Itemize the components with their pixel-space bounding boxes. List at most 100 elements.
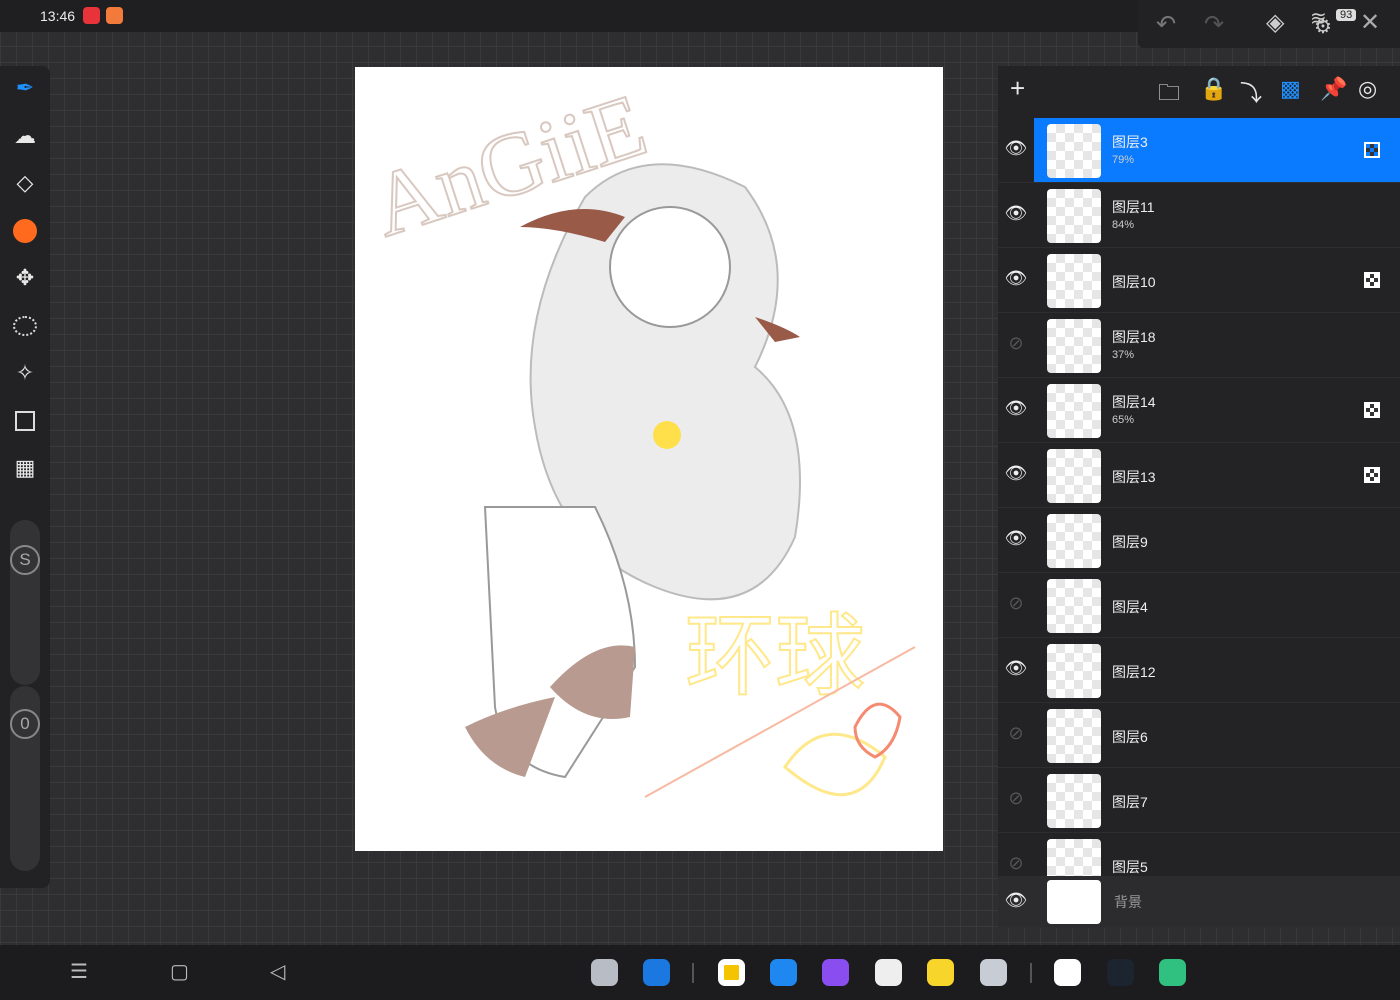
layout-tool-icon[interactable]: ▦ — [8, 451, 42, 485]
pen-tool-icon[interactable]: ✒ — [8, 71, 42, 105]
top-controls: ↶ ↷ ◈ ≋ ⚙ ✕ — [1138, 0, 1400, 48]
notification-app-icon — [106, 7, 123, 24]
menu-icon[interactable]: ☰ — [70, 959, 88, 984]
clock: 13:46 — [40, 8, 76, 24]
close-icon[interactable]: ✕ — [1360, 8, 1380, 37]
dock-gallery[interactable] — [822, 959, 849, 986]
hidden-eye-icon[interactable]: ⊘ — [1004, 723, 1028, 747]
layer-name: 背景 — [1114, 894, 1142, 910]
dock-k-app[interactable] — [1159, 959, 1186, 986]
folder-icon[interactable]: 🗀 — [1158, 76, 1180, 114]
clipping-mask-icon[interactable] — [1364, 142, 1380, 158]
layer-row[interactable]: ⊘ 图层6 — [998, 703, 1400, 768]
dock-app-launcher[interactable] — [591, 959, 618, 986]
layer-body[interactable]: 图层10 — [1034, 248, 1400, 312]
layer-row[interactable]: 👁 图层3 79% — [998, 118, 1400, 183]
settings-gear-icon[interactable]: ⚙ — [1314, 14, 1332, 39]
lock-icon[interactable]: 🔒 — [1200, 76, 1227, 102]
dock-avatar-app[interactable] — [1054, 959, 1081, 986]
layer-row[interactable]: 👁 图层13 — [998, 443, 1400, 508]
clipping-mask-icon[interactable] — [1364, 402, 1380, 418]
layer-thumbnail — [1047, 189, 1101, 243]
layer-name: 图层14 — [1112, 394, 1156, 410]
current-color-swatch — [13, 219, 37, 243]
visibility-eye-icon[interactable]: 👁 — [1004, 203, 1028, 227]
dock-browser[interactable] — [770, 959, 797, 986]
lasso-tool-icon[interactable] — [8, 309, 42, 343]
layer-row[interactable]: 👁 图层9 — [998, 508, 1400, 573]
layer-body[interactable]: 图层18 37% — [1034, 313, 1400, 377]
layer-body[interactable]: 图层9 — [1034, 508, 1400, 572]
smudge-tool-icon[interactable]: ☁ — [8, 119, 42, 153]
visibility-eye-icon[interactable]: 👁 — [1004, 658, 1028, 682]
hidden-eye-icon[interactable]: ⊘ — [1004, 593, 1028, 617]
clipping-mask-icon[interactable] — [1364, 272, 1380, 288]
merge-down-icon[interactable]: ⤵ — [1240, 76, 1262, 108]
back-icon[interactable]: ◁ — [270, 959, 285, 984]
layer-body[interactable]: 图层12 — [1034, 638, 1400, 702]
clipping-mask-icon[interactable] — [1364, 467, 1380, 483]
layer-body[interactable]: 图层14 65% — [1034, 378, 1400, 442]
layer-thumbnail — [1047, 449, 1101, 503]
magic-wand-icon[interactable]: ✧ — [8, 356, 42, 390]
layer-name: 图层9 — [1112, 534, 1148, 550]
visibility-eye-icon[interactable]: 👁 — [1004, 138, 1028, 162]
visibility-eye-icon[interactable]: 👁 — [1004, 890, 1028, 914]
layer-row[interactable]: 👁 图层14 65% — [998, 378, 1400, 443]
layer-opacity: 65% — [1112, 414, 1135, 426]
visibility-eye-icon[interactable]: 👁 — [1004, 268, 1028, 292]
dock-camera[interactable] — [875, 959, 902, 986]
blend-mode-icon[interactable]: ◎ — [1358, 76, 1377, 102]
layers-icon[interactable]: ◈ — [1266, 8, 1284, 37]
dock-painting-app[interactable] — [1107, 959, 1134, 986]
dock-notes[interactable] — [927, 959, 954, 986]
layer-name: 图层13 — [1112, 469, 1156, 485]
dock-settings[interactable] — [980, 959, 1007, 986]
hidden-eye-icon[interactable]: ⊘ — [1004, 333, 1028, 357]
artwork-scribble: 环球 — [685, 607, 865, 707]
hidden-eye-icon[interactable]: ⊘ — [1004, 853, 1028, 877]
layer-name: 图层3 — [1112, 134, 1148, 150]
layer-row[interactable]: ⊘ 图层7 — [998, 768, 1400, 833]
layer-row[interactable]: ⊘ 图层18 37% — [998, 313, 1400, 378]
layer-body[interactable]: 图层4 — [1034, 573, 1400, 637]
pin-icon[interactable]: 📌 — [1320, 76, 1347, 102]
layer-body[interactable]: 图层6 — [1034, 703, 1400, 767]
layer-name: 图层7 — [1112, 794, 1148, 810]
visibility-eye-icon[interactable]: 👁 — [1004, 463, 1028, 487]
layer-row-background[interactable]: 👁 背景 — [998, 876, 1400, 928]
undo-icon[interactable]: ↶ — [1156, 10, 1176, 39]
add-layer-icon[interactable]: + — [1010, 73, 1025, 104]
drawing-canvas[interactable]: AnGiiE 环球 — [355, 67, 943, 851]
layer-opacity: 84% — [1112, 219, 1135, 231]
shape-tool-icon[interactable] — [8, 404, 42, 438]
tool-sidebar: ✒ ☁ ◇ ✥ ✧ ▦ S 0 — [0, 66, 50, 888]
layer-row[interactable]: ⊘ 图层4 — [998, 573, 1400, 638]
layer-body[interactable]: 图层11 84% — [1034, 183, 1400, 247]
layer-thumbnail — [1047, 254, 1101, 308]
layer-body[interactable]: 图层13 — [1034, 443, 1400, 507]
layer-name: 图层18 — [1112, 329, 1156, 345]
layer-row[interactable]: 👁 图层10 — [998, 248, 1400, 313]
dock-files[interactable] — [643, 959, 670, 986]
move-tool-icon[interactable]: ✥ — [8, 261, 42, 295]
home-icon[interactable]: ▢ — [170, 959, 189, 984]
hidden-eye-icon[interactable]: ⊘ — [1004, 788, 1028, 812]
brush-size-knob[interactable]: S — [10, 545, 40, 575]
redo-icon[interactable]: ↷ — [1204, 10, 1224, 39]
layer-name: 图层6 — [1112, 729, 1148, 745]
layer-row[interactable]: 👁 图层11 84% — [998, 183, 1400, 248]
color-picker-button[interactable] — [8, 214, 42, 248]
dock-app[interactable] — [718, 959, 745, 986]
artwork: AnGiiE 环球 — [360, 74, 916, 798]
layer-row[interactable]: 👁 图层12 — [998, 638, 1400, 703]
visibility-eye-icon[interactable]: 👁 — [1004, 398, 1028, 422]
layer-opacity: 37% — [1112, 349, 1135, 361]
layer-body[interactable]: 图层3 79% — [1034, 118, 1400, 182]
brush-opacity-knob[interactable]: 0 — [10, 709, 40, 739]
alpha-lock-icon[interactable]: ▩ — [1280, 76, 1301, 102]
eraser-tool-icon[interactable]: ◇ — [8, 166, 42, 200]
layer-thumbnail — [1047, 384, 1101, 438]
visibility-eye-icon[interactable]: 👁 — [1004, 528, 1028, 552]
layer-body[interactable]: 图层7 — [1034, 768, 1400, 832]
